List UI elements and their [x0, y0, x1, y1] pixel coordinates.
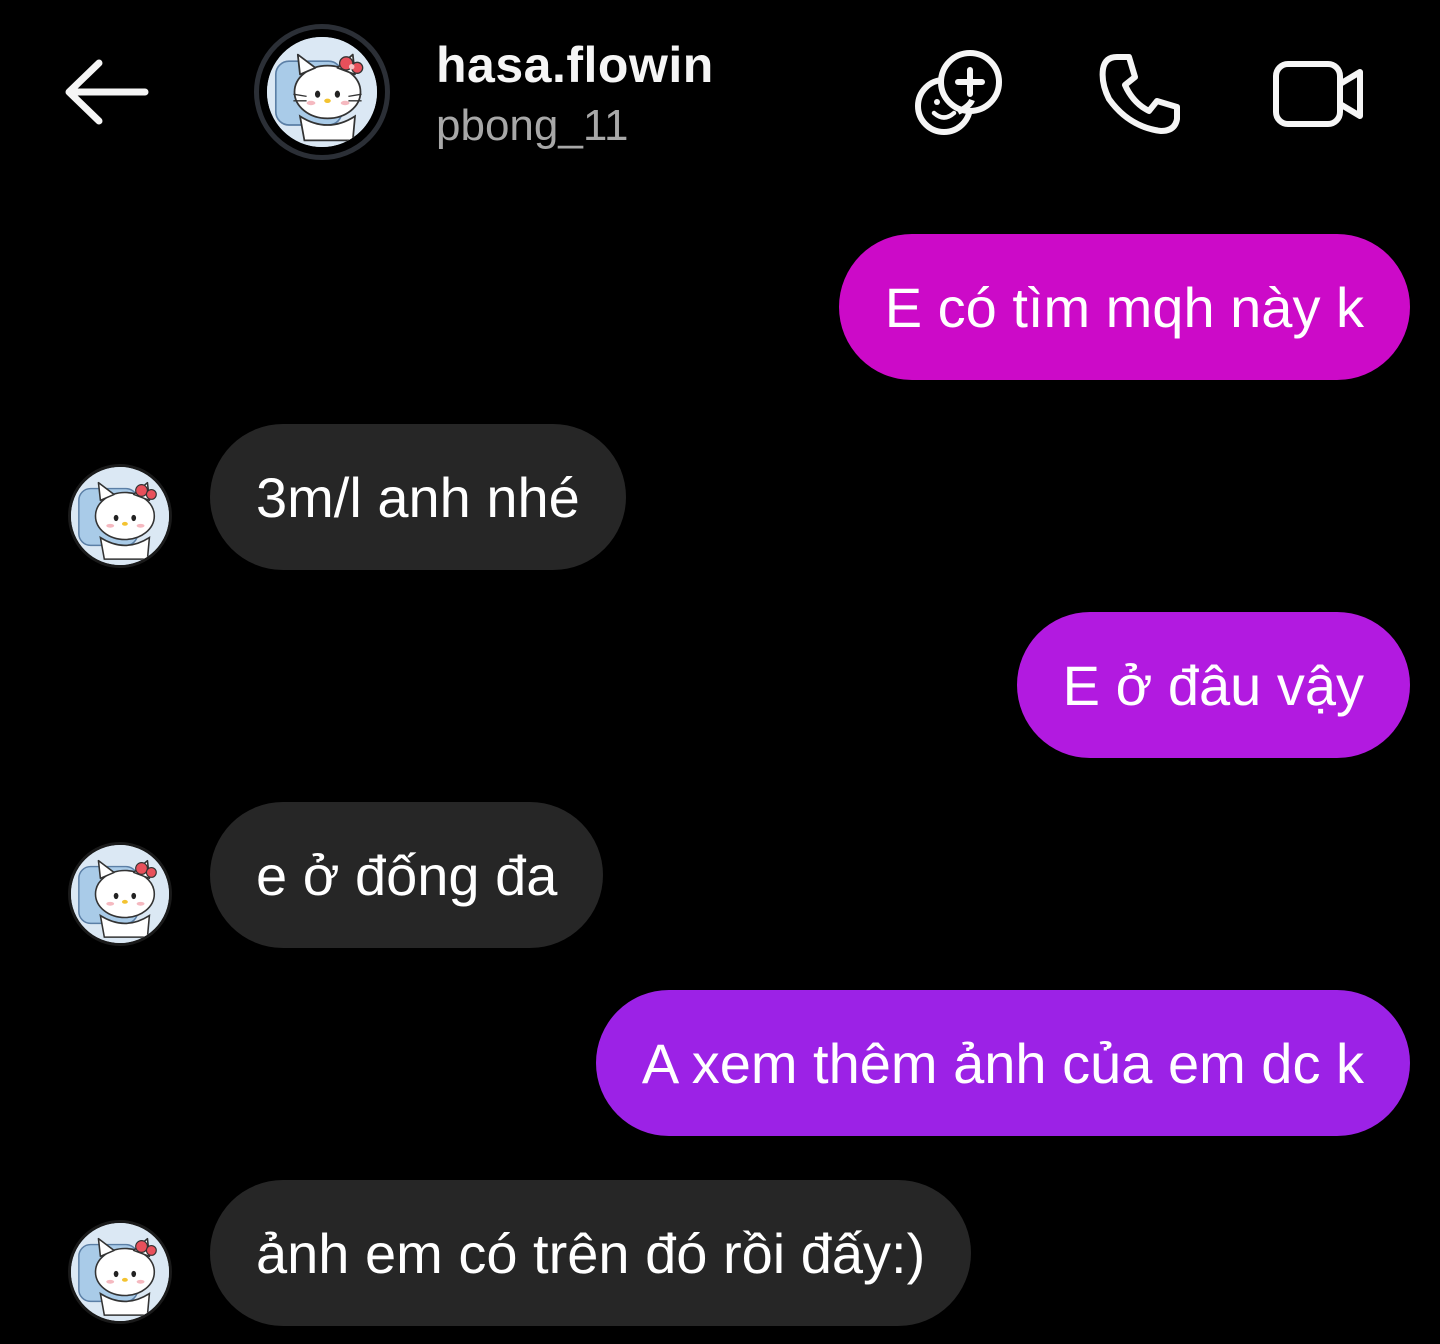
chat-screen: hasa.flowin pbong_11 E có tìm mqh này k … [0, 0, 1440, 1344]
back-button[interactable] [56, 52, 156, 132]
audio-call-button[interactable] [1090, 44, 1190, 144]
phone-icon [1099, 54, 1180, 134]
incoming-message-bubble[interactable]: e ở đống đa [210, 802, 604, 948]
incoming-message-bubble[interactable]: ảnh em có trên đó rồi đấy:) [210, 1180, 972, 1326]
incoming-message-bubble[interactable]: 3m/l anh nhé [210, 424, 626, 570]
message-text: 3m/l anh nhé [256, 465, 580, 529]
chat-header: hasa.flowin pbong_11 [0, 0, 1440, 190]
message-row-outgoing: A xem thêm ảnh của em dc k [0, 990, 1440, 1136]
message-row-incoming: ảnh em có trên đó rồi đấy:) [0, 1180, 1440, 1326]
contact-name: hasa.flowin [436, 37, 714, 93]
sender-avatar[interactable] [68, 464, 172, 568]
video-call-button[interactable] [1268, 44, 1368, 144]
hello-kitty-avatar-icon [71, 467, 169, 565]
message-row-incoming: 3m/l anh nhé [0, 424, 1440, 570]
message-row-incoming: e ở đống đa [0, 802, 1440, 948]
message-text: e ở đống đa [256, 843, 558, 907]
sender-avatar[interactable] [68, 842, 172, 946]
hello-kitty-avatar-icon [71, 845, 169, 943]
hello-kitty-avatar-icon [71, 1223, 169, 1321]
message-text: E có tìm mqh này k [884, 275, 1364, 339]
sticker-add-icon [915, 50, 1002, 135]
message-row-outgoing: E ở đâu vậy [0, 612, 1440, 758]
message-text: E ở đâu vậy [1062, 653, 1364, 717]
chat-title[interactable]: hasa.flowin pbong_11 [436, 36, 714, 154]
hello-kitty-avatar-icon [267, 37, 377, 147]
contact-username: pbong_11 [436, 101, 629, 150]
sender-avatar[interactable] [68, 1220, 172, 1324]
contact-avatar[interactable] [254, 24, 390, 160]
message-row-outgoing: E có tìm mqh này k [0, 234, 1440, 380]
message-text: A xem thêm ảnh của em dc k [641, 1031, 1364, 1095]
video-camera-icon [1273, 61, 1363, 127]
message-text: ảnh em có trên đó rồi đấy:) [256, 1221, 926, 1285]
sticker-button[interactable] [908, 44, 1008, 144]
arrow-left-icon [65, 59, 149, 125]
outgoing-message-bubble[interactable]: E có tìm mqh này k [838, 234, 1410, 380]
outgoing-message-bubble[interactable]: A xem thêm ảnh của em dc k [595, 990, 1410, 1136]
outgoing-message-bubble[interactable]: E ở đâu vậy [1016, 612, 1410, 758]
